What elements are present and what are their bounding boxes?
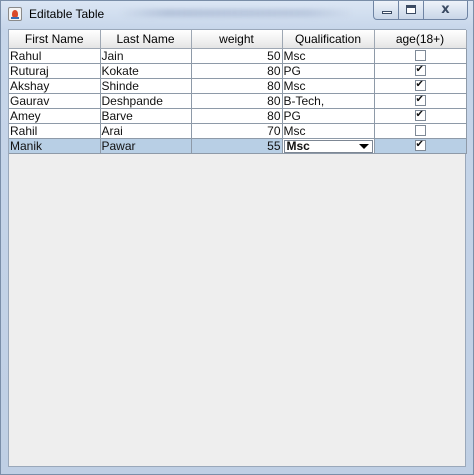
cell-age-checkbox[interactable] <box>374 78 467 94</box>
checkbox-checked-icon[interactable] <box>414 64 426 77</box>
table-scroll-pane[interactable]: First Name Last Name weight Qualificatio… <box>8 29 467 467</box>
cell-first-name[interactable]: Gaurav <box>9 93 101 109</box>
data-table[interactable]: First Name Last Name weight Qualificatio… <box>9 30 467 154</box>
close-icon: x <box>441 2 450 17</box>
window-title: Editable Table <box>29 7 105 21</box>
checkbox-checked-icon[interactable] <box>414 139 426 152</box>
column-header-first-name[interactable]: First Name <box>9 30 101 49</box>
cell-weight[interactable]: 70 <box>191 123 283 139</box>
cell-qualification[interactable]: Msc <box>282 78 375 94</box>
table-row[interactable]: Rahil Arai 70 Msc <box>9 123 467 139</box>
qualification-combobox[interactable]: Msc <box>283 138 373 153</box>
dropdown-arrow-icon[interactable] <box>354 141 372 152</box>
cell-weight[interactable]: 50 <box>191 48 283 64</box>
column-header-age[interactable]: age(18+) <box>374 30 467 49</box>
checkbox-unchecked-icon[interactable] <box>414 50 426 62</box>
cell-last-name[interactable]: Shinde <box>100 78 192 94</box>
table-row[interactable]: Rahul Jain 50 Msc <box>9 48 467 64</box>
checkbox-checked-icon[interactable] <box>414 109 426 122</box>
column-header-qualification[interactable]: Qualification <box>282 30 375 49</box>
table-body: RahulJain50MscRuturajKokate80PGAkshayShi… <box>9 48 467 154</box>
table-header: First Name Last Name weight Qualificatio… <box>9 30 467 49</box>
cell-age-checkbox[interactable] <box>374 108 467 124</box>
cell-weight[interactable]: 80 <box>191 63 283 79</box>
cell-age-checkbox[interactable] <box>374 48 467 64</box>
restore-button[interactable] <box>399 1 424 20</box>
cell-last-name[interactable]: Arai <box>100 123 192 139</box>
cell-first-name[interactable]: Rahil <box>9 123 101 139</box>
cell-last-name[interactable]: Deshpande <box>100 93 192 109</box>
cell-weight[interactable]: 80 <box>191 108 283 124</box>
cell-qualification[interactable]: PG <box>282 108 375 124</box>
checkbox-checked-icon[interactable] <box>414 79 426 92</box>
cell-qualification[interactable]: B-Tech, <box>282 93 375 109</box>
editable-table-window: Editable Table x First Name Last Name we… <box>0 0 474 475</box>
cell-age-checkbox[interactable] <box>374 63 467 79</box>
table-row[interactable]: Amey Barve 80 PG <box>9 108 467 124</box>
close-button[interactable]: x <box>424 1 468 20</box>
table-row[interactable]: Akshay Shinde 80 Msc <box>9 78 467 94</box>
column-header-last-name[interactable]: Last Name <box>100 30 192 49</box>
cell-weight[interactable]: 80 <box>191 93 283 109</box>
cell-last-name[interactable]: Pawar <box>100 138 192 154</box>
column-header-weight[interactable]: weight <box>191 30 283 49</box>
cell-age-checkbox[interactable] <box>374 93 467 109</box>
title-bar[interactable]: Editable Table x <box>1 1 473 28</box>
cell-first-name[interactable]: Rahul <box>9 48 101 64</box>
cell-qualification[interactable]: Msc <box>282 48 375 64</box>
table-row[interactable]: Manik Pawar 55 Msc <box>9 138 467 154</box>
cell-first-name[interactable]: Amey <box>9 108 101 124</box>
cell-first-name[interactable]: Manik <box>9 138 101 154</box>
cell-qualification[interactable]: Msc <box>282 123 375 139</box>
table-row[interactable]: Gaurav Deshpande 80 B-Tech, <box>9 93 467 109</box>
cell-last-name[interactable]: Jain <box>100 48 192 64</box>
cell-qualification[interactable]: PG <box>282 63 375 79</box>
cell-age-checkbox[interactable] <box>374 138 467 154</box>
cell-weight[interactable]: 55 <box>191 138 283 154</box>
java-coffee-cup-icon[interactable] <box>8 7 22 21</box>
window-controls: x <box>373 1 468 20</box>
cell-last-name[interactable]: Kokate <box>100 63 192 79</box>
checkbox-checked-icon[interactable] <box>414 94 426 107</box>
cell-qualification[interactable]: Msc <box>282 138 375 154</box>
blurred-title-path <box>119 9 354 17</box>
cell-first-name[interactable]: Ruturaj <box>9 63 101 79</box>
cell-age-checkbox[interactable] <box>374 123 467 139</box>
checkbox-unchecked-icon[interactable] <box>414 125 426 137</box>
minimize-button[interactable] <box>373 1 399 20</box>
cell-weight[interactable]: 80 <box>191 78 283 94</box>
cell-last-name[interactable]: Barve <box>100 108 192 124</box>
table-row[interactable]: Ruturaj Kokate 80 PG <box>9 63 467 79</box>
cell-first-name[interactable]: Akshay <box>9 78 101 94</box>
combobox-selected-value: Msc <box>286 138 310 153</box>
